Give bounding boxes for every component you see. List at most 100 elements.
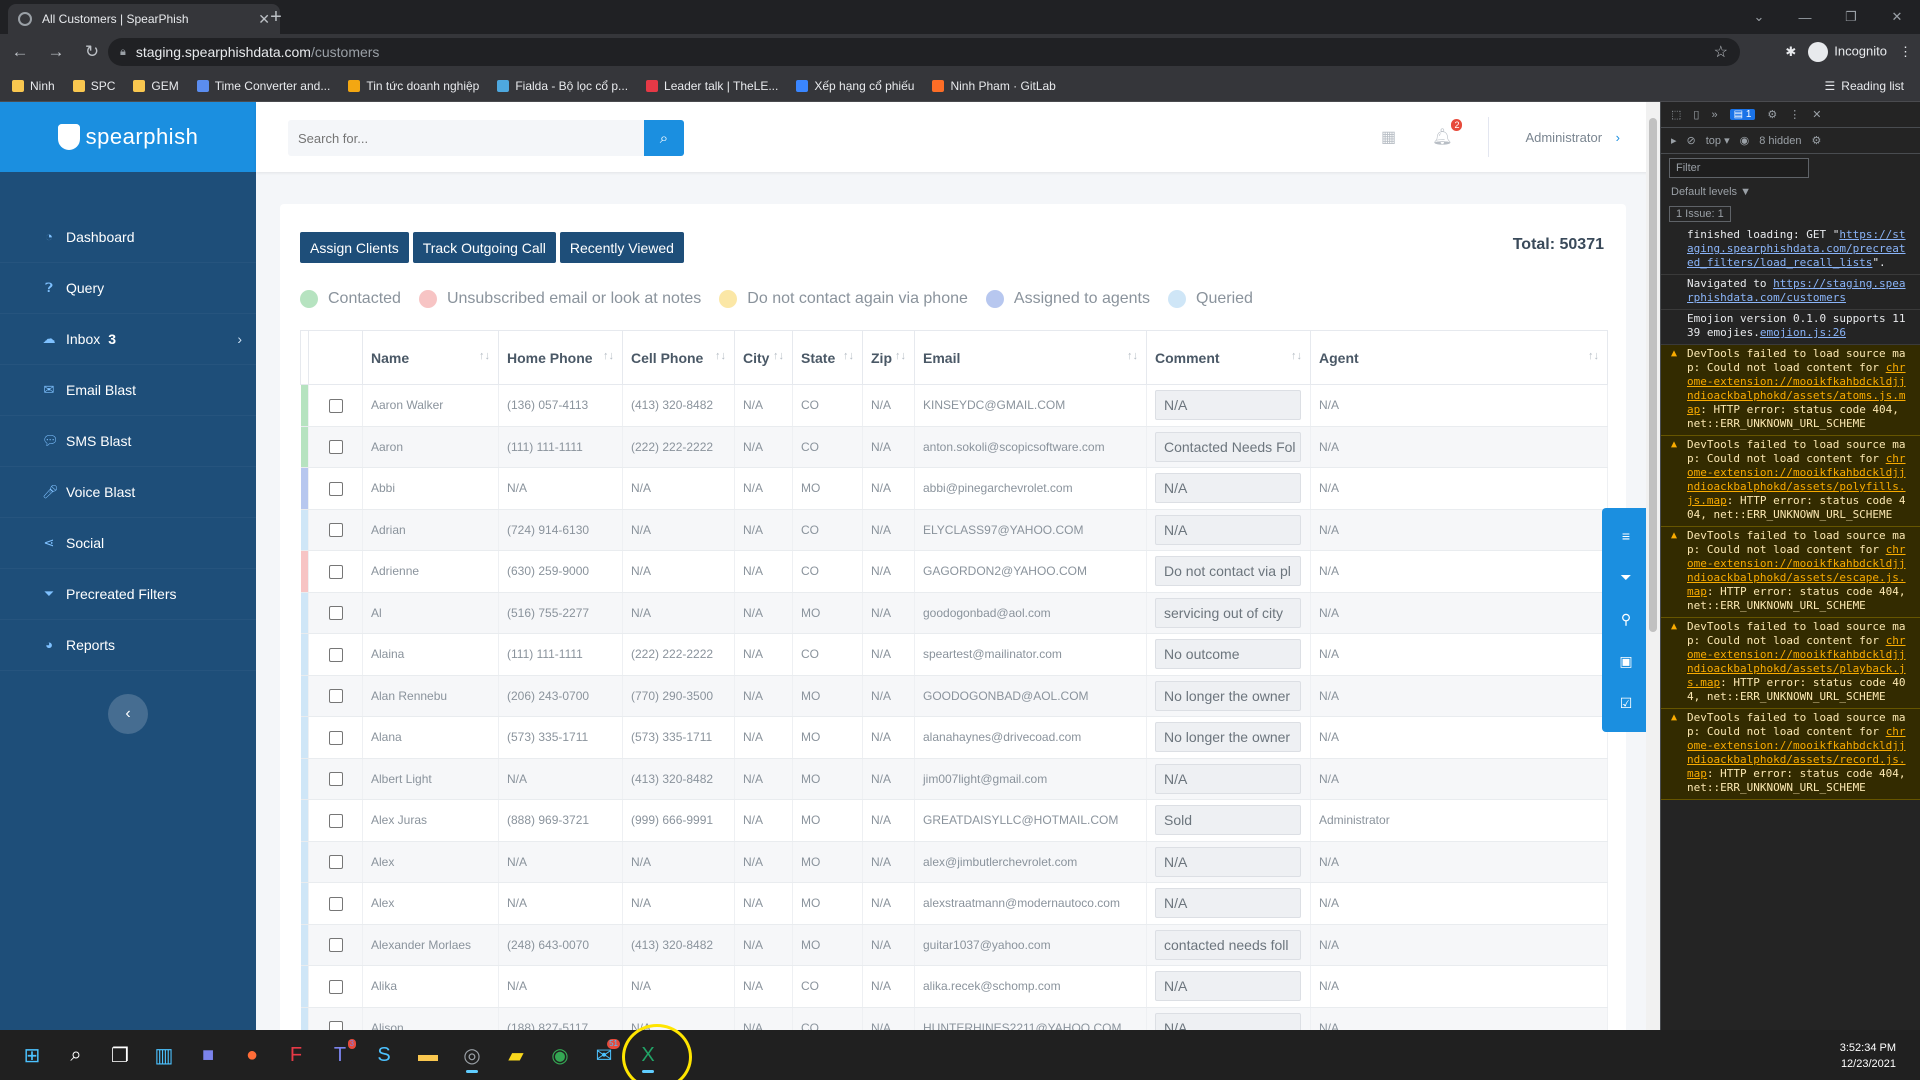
assign-clients-button[interactable]: Assign Clients — [300, 232, 409, 263]
comment-input[interactable]: Do not contact via pl — [1155, 556, 1301, 587]
sidebar-collapse-button[interactable]: ‹ — [108, 694, 148, 734]
save-icon[interactable]: ▣ — [1619, 653, 1632, 670]
context-selector[interactable]: top ▾ — [1706, 134, 1730, 147]
sidebar-item-email-blast[interactable]: ✉ Email Blast — [0, 365, 256, 416]
comment-input[interactable]: N/A — [1155, 390, 1301, 421]
user-menu[interactable]: Administrator › — [1525, 130, 1620, 145]
back-button[interactable]: ← — [4, 37, 36, 67]
widgets-icon[interactable]: ▥ — [146, 1037, 182, 1073]
system-clock[interactable]: 3:52:34 PM 12/23/2021 — [1840, 1040, 1896, 1072]
mail-icon[interactable]: ✉ 51 — [586, 1037, 622, 1073]
comment-input[interactable]: contacted needs foll — [1155, 929, 1301, 960]
row-checkbox[interactable] — [328, 730, 343, 745]
row-checkbox[interactable] — [328, 1021, 343, 1030]
table-row[interactable]: Aaron Walker (136) 057-4113 (413) 320-8482… — [300, 384, 1608, 427]
bookmark-xep-hang[interactable]: Xếp hạng cổ phiếu — [796, 79, 914, 93]
sidebar-item-social[interactable]: ⋖ Social — [0, 518, 256, 569]
sidebar-item-query[interactable]: ❓︎ Query — [0, 263, 256, 314]
row-checkbox[interactable] — [328, 564, 343, 579]
filter-icon[interactable]: ⏷ — [1620, 569, 1631, 586]
recently-viewed-button[interactable]: Recently Viewed — [559, 232, 684, 263]
track-outgoing-call-button[interactable]: Track Outgoing Call — [412, 232, 556, 263]
sticky-notes-icon[interactable]: ▰ — [498, 1037, 534, 1073]
sidebar-item-voice-blast[interactable]: 🎤︎ Voice Blast — [0, 467, 256, 518]
console-messages-badge[interactable]: ▤ 1 — [1729, 109, 1756, 120]
task-view-icon[interactable]: ❐ — [102, 1037, 138, 1073]
comment-input[interactable]: No longer the owner — [1155, 680, 1301, 711]
windows-start-icon[interactable]: ⊞ — [14, 1037, 50, 1073]
profile-button[interactable]: Incognito — [1808, 42, 1887, 62]
column-header-name[interactable]: Name ↑↓ — [362, 330, 499, 385]
table-row[interactable]: Alika N/A N/A N/A CO N/A alika.recek@schomp.co… — [300, 965, 1608, 1008]
page-scrollbar[interactable] — [1646, 102, 1660, 1030]
sidebar-item-precreated-filters[interactable]: ⏷ Precreated Filters — [0, 569, 256, 620]
sidebar-item-sms-blast[interactable]: 💬︎ SMS Blast — [0, 416, 256, 467]
pin-icon[interactable]: ⚲ — [1621, 611, 1631, 628]
extensions-icon[interactable]: ✱ — [1785, 44, 1796, 60]
comment-input[interactable]: N/A — [1155, 763, 1301, 794]
columns-icon[interactable]: ≡ — [1622, 528, 1630, 544]
close-window-button[interactable]: ✕ — [1874, 0, 1920, 34]
comment-input[interactable]: N/A — [1155, 846, 1301, 877]
table-row[interactable]: Al (516) 755-2277 N/A N/A MO N/A goodogonbad@a… — [300, 592, 1608, 634]
table-row[interactable]: Alan Rennebu (206) 243-0700 (770) 290-3500… — [300, 675, 1608, 717]
calendar-icon[interactable]: ▦ — [1381, 127, 1396, 147]
row-checkbox[interactable] — [328, 523, 343, 538]
scrollbar-thumb[interactable] — [1649, 118, 1657, 632]
comment-input[interactable]: Sold — [1155, 805, 1301, 836]
chrome-dev-icon[interactable]: ◎ — [454, 1037, 490, 1073]
chrome-icon[interactable]: ◉ — [542, 1037, 578, 1073]
bookmark-tin-tuc[interactable]: Tin tức doanh nghiệp — [348, 79, 479, 93]
close-devtools-icon[interactable]: ✕ — [1812, 108, 1821, 121]
device-toolbar-icon[interactable]: ▯ — [1693, 108, 1699, 121]
console-filter-input[interactable]: Filter — [1669, 158, 1809, 178]
row-checkbox[interactable] — [328, 979, 343, 994]
bookmark-ninh[interactable]: Ninh — [12, 79, 55, 93]
row-checkbox[interactable] — [328, 772, 343, 787]
column-header-state[interactable]: State ↑↓ — [792, 330, 863, 385]
forward-button[interactable]: → — [40, 37, 72, 67]
log-link[interactable]: emojion.js:26 — [1760, 326, 1846, 339]
column-header-zip[interactable]: Zip ↑↓ — [862, 330, 915, 385]
table-row[interactable]: Adrian (724) 914-6130 N/A N/A CO N/A ELYCLASS9… — [300, 509, 1608, 551]
address-bar[interactable]: 🔒︎ staging.spearphishdata.com/customers … — [108, 38, 1740, 66]
search-button[interactable]: ⌕ — [644, 120, 684, 156]
row-checkbox[interactable] — [328, 938, 343, 953]
row-checkbox[interactable] — [328, 813, 343, 828]
minimize-button[interactable]: — — [1782, 0, 1828, 34]
log-levels-dropdown[interactable]: Default levels ▼ — [1661, 182, 1920, 202]
table-row[interactable]: Alana (573) 335-1711 (573) 335-1711 N/A MO N/… — [300, 716, 1608, 759]
teams-chat-icon[interactable]: ■ — [190, 1037, 226, 1073]
reading-list-button[interactable]: ☰ Reading list — [1825, 70, 1904, 102]
restore-button[interactable]: ❐ — [1828, 0, 1874, 34]
row-checkbox[interactable] — [328, 647, 343, 662]
issues-button[interactable]: 1 Issue: 1 — [1669, 206, 1731, 222]
row-checkbox[interactable] — [328, 896, 343, 911]
bookmark-fialda[interactable]: Fialda - Bộ lọc cổ p... — [497, 79, 628, 93]
row-checkbox[interactable] — [328, 440, 343, 455]
teams-icon[interactable]: T3 — [322, 1037, 358, 1073]
bookmark-star-icon[interactable]: ☆ — [1714, 42, 1728, 62]
row-checkbox[interactable] — [328, 481, 343, 496]
bookmark-leader-talk[interactable]: Leader talk | TheLE... — [646, 79, 778, 93]
comment-input[interactable]: N/A — [1155, 971, 1301, 1002]
postman-icon[interactable]: ● — [234, 1037, 270, 1073]
column-header-cell-phone[interactable]: Cell Phone ↑↓ — [622, 330, 735, 385]
comment-input[interactable]: Contacted Needs Fol — [1155, 431, 1301, 462]
more-tabs-icon[interactable]: » — [1711, 109, 1717, 121]
comment-input[interactable]: N/A — [1155, 514, 1301, 545]
column-header-comment[interactable]: Comment ↑↓ — [1146, 330, 1311, 385]
table-row[interactable]: Alexander Morlaes (248) 643-0070 (413) 320… — [300, 924, 1608, 966]
skype-icon[interactable]: S — [366, 1037, 402, 1073]
settings-gear-icon[interactable]: ⚙ — [1767, 108, 1777, 121]
table-row[interactable]: Alex N/A N/A N/A MO N/A alexstraatmann@moderna… — [300, 882, 1608, 925]
bookmark-gitlab[interactable]: Ninh Pham · GitLab — [932, 79, 1056, 93]
browser-tab[interactable]: All Customers | SpearPhish ✕ — [8, 4, 280, 34]
column-header-email[interactable]: Email ↑↓ — [914, 330, 1147, 385]
column-header-agent[interactable]: Agent ↑↓ — [1310, 330, 1608, 385]
eye-icon[interactable]: ◉ — [1740, 134, 1750, 147]
row-checkbox[interactable] — [328, 606, 343, 621]
table-row[interactable]: Alison (188) 827-5117 N/A N/A CO N/A HUNTERHIN… — [300, 1007, 1608, 1030]
comment-input[interactable]: No longer the owner — [1155, 722, 1301, 753]
clear-console-icon[interactable]: ⊘ — [1687, 134, 1696, 147]
